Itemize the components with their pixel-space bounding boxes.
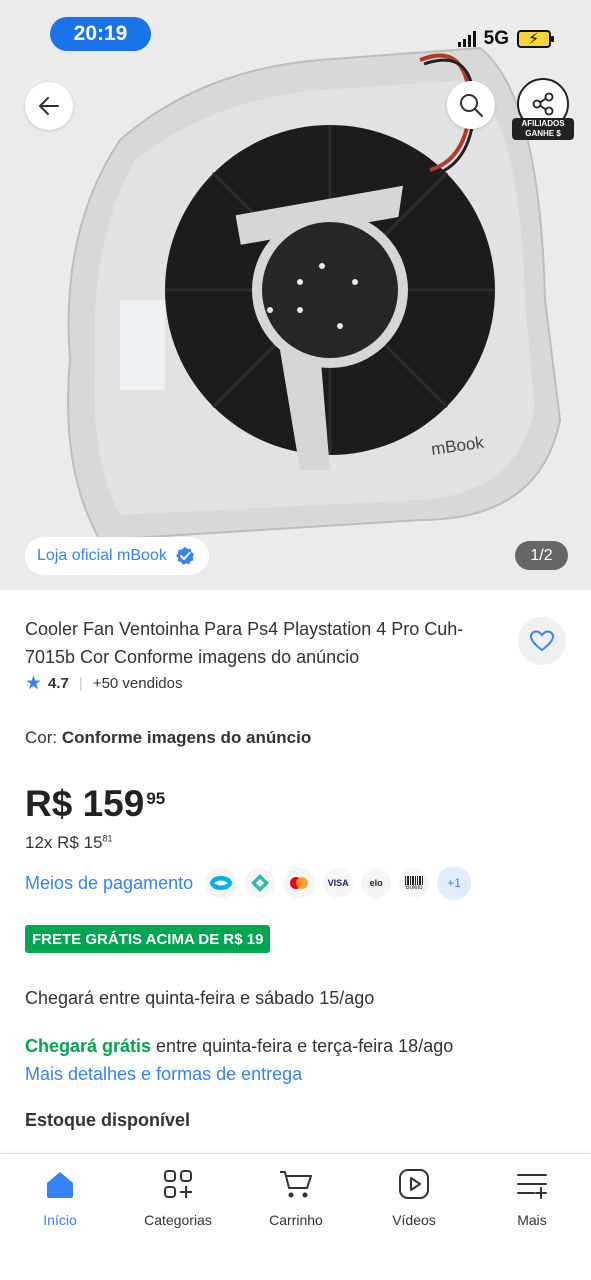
- rating-row[interactable]: ★ 4.7 | +50 vendidos: [25, 674, 182, 693]
- affiliate-tag: AFILIADOS GANHE $: [512, 118, 574, 140]
- star-icon: ★: [25, 673, 43, 694]
- favorite-button[interactable]: [518, 617, 566, 665]
- nav-more[interactable]: Mais: [477, 1168, 587, 1228]
- payment-methods-row[interactable]: Meios de pagamento VISA elo Boleto +1: [25, 866, 472, 900]
- color-label: Cor:: [25, 728, 58, 747]
- nav-home-label: Início: [43, 1212, 77, 1228]
- installment-cents: 81: [102, 833, 113, 844]
- visa-icon: VISA: [323, 868, 354, 898]
- nav-categories-label: Categorias: [144, 1212, 212, 1228]
- network-label: 5G: [483, 28, 509, 49]
- elo-label: elo: [369, 878, 383, 888]
- home-icon: [47, 1172, 73, 1198]
- free-shipping-badge: FRETE GRÁTIS ACIMA DE R$ 19: [25, 925, 271, 953]
- status-right: 5G ⚡: [457, 28, 554, 50]
- color-value: Conforme imagens do anúncio: [61, 728, 312, 747]
- free-arrival-text: entre quinta-feira e terça-feira 18/ago: [151, 1036, 454, 1056]
- battery-icon: ⚡: [517, 30, 554, 48]
- visa-label: VISA: [327, 878, 349, 888]
- back-button[interactable]: [25, 82, 73, 130]
- nav-videos-label: Vídeos: [392, 1212, 436, 1228]
- installment-info: 12x R$ 1581: [25, 833, 113, 853]
- free-arrival-label: Chegará grátis: [25, 1036, 152, 1056]
- price-cents: 95: [146, 789, 166, 808]
- rating-divider: |: [78, 675, 83, 692]
- color-variant-row[interactable]: Cor: Conforme imagens do anúncio: [25, 728, 311, 748]
- official-store-badge[interactable]: Loja oficial mBook: [25, 537, 209, 575]
- product-image-gallery[interactable]: mBook: [0, 0, 591, 590]
- product-title: Cooler Fan Ventoinha Para Ps4 Playstatio…: [25, 619, 464, 667]
- image-page-indicator: 1/2: [515, 541, 568, 570]
- installment-prefix: 12x R$ 15: [25, 833, 103, 852]
- rating-value: 4.7: [48, 675, 69, 692]
- bottom-navigation: Início Categorias Carrinho Vídeos Mais: [0, 1153, 591, 1280]
- boleto-icon: Boleto: [399, 868, 430, 898]
- nav-categories[interactable]: Categorias: [123, 1168, 233, 1228]
- nav-videos[interactable]: Vídeos: [359, 1168, 469, 1228]
- elo-icon: elo: [361, 868, 392, 898]
- price-main: R$ 159: [25, 783, 145, 824]
- affiliate-tag-line1: AFILIADOS: [521, 119, 565, 128]
- nav-home[interactable]: Início: [5, 1168, 115, 1228]
- signal-icon: [457, 31, 476, 47]
- cart-icon: [280, 1171, 312, 1198]
- play-video-icon: [399, 1169, 429, 1199]
- payment-more-badge[interactable]: +1: [437, 866, 472, 900]
- pix-icon: [245, 868, 276, 898]
- nav-cart[interactable]: Carrinho: [241, 1168, 351, 1228]
- store-label: Loja oficial mBook: [37, 547, 167, 564]
- arrow-left-icon: [39, 97, 59, 115]
- affiliate-share-button[interactable]: AFILIADOS GANHE $: [512, 78, 574, 144]
- price: R$ 159 95: [25, 783, 165, 825]
- categories-icon: [164, 1170, 192, 1198]
- mastercard-icon: [283, 868, 316, 898]
- nav-cart-label: Carrinho: [269, 1212, 323, 1228]
- menu-plus-icon: [517, 1174, 547, 1199]
- shipping-details-link[interactable]: Mais detalhes e formas de entrega: [25, 1064, 302, 1085]
- mercado-pago-icon: [205, 868, 238, 898]
- verified-icon: [175, 547, 194, 565]
- boleto-label: Boleto: [405, 884, 423, 891]
- search-icon: [460, 94, 483, 117]
- free-arrival-estimate: Chegará grátis entre quinta-feira e terç…: [25, 1036, 453, 1057]
- sold-count: +50 vendidos: [92, 675, 183, 692]
- nav-more-label: Mais: [517, 1212, 547, 1228]
- heart-icon: [529, 630, 555, 652]
- product-photo-fan: mBook: [67, 46, 562, 542]
- affiliate-tag-line2: GANHE $: [525, 129, 561, 138]
- stock-status: Estoque disponível: [25, 1110, 191, 1130]
- payment-methods-link[interactable]: Meios de pagamento: [25, 873, 193, 894]
- arrival-estimate: Chegará entre quinta-feira e sábado 15/a…: [25, 988, 375, 1008]
- share-icon: [532, 92, 554, 116]
- search-button[interactable]: [447, 81, 495, 129]
- status-time: 20:19: [50, 17, 151, 51]
